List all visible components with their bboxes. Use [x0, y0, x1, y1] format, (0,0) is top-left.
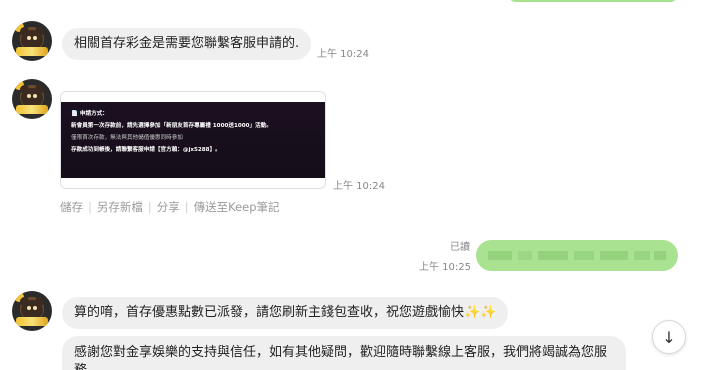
message-text: 感謝您對金享娛樂的支持與信任，如有其他疑問，歡迎隨時聯繫線上客服，我們將竭誠為您… — [74, 345, 608, 370]
blurred-text — [488, 251, 512, 260]
message-timestamp: 上午 10:25 — [419, 262, 471, 273]
outgoing-message-bubble-partial[interactable] — [508, 0, 678, 2]
incoming-message-bubble[interactable]: 算的唷，首存優惠點數已派發，請您刷新主錢包查收，祝您遊戲愉快✨✨ — [62, 297, 509, 329]
image-text-line: 新會員第一次存款前，請先選擇參加「新朋友首存專屬禮 1000送1000」活動。 — [71, 123, 272, 129]
save-as-button[interactable]: 另存新檔 — [97, 200, 143, 214]
chat-area[interactable]: 相關首存彩金是需要您聯繫客服申請的. 上午 10:24 📄 申請方式： 新會員第… — [0, 0, 702, 370]
avatar[interactable] — [12, 291, 52, 331]
image-message[interactable]: 📄 申請方式： 新會員第一次存款前，請先選擇參加「新朋友首存專屬禮 1000送1… — [60, 91, 326, 189]
message-timestamp: 上午 10:24 — [317, 49, 369, 60]
avatar[interactable] — [12, 21, 52, 61]
message-timestamp: 上午 10:24 — [333, 181, 385, 192]
scroll-to-bottom-button[interactable]: ↓ — [652, 320, 686, 354]
arrow-down-icon: ↓ — [662, 327, 676, 347]
share-button[interactable]: 分享 — [157, 200, 180, 214]
image-content: 📄 申請方式： 新會員第一次存款前，請先選擇參加「新朋友首存專屬禮 1000送1… — [61, 102, 325, 178]
incoming-message-bubble[interactable]: 相關首存彩金是需要您聯繫客服申請的. — [62, 28, 312, 60]
send-to-keep-button[interactable]: 傳送至Keep筆記 — [194, 200, 280, 214]
incoming-message-bubble[interactable]: 感謝您對金享娛樂的支持與信任，如有其他疑問，歡迎隨時聯繫線上客服，我們將竭誠為您… — [62, 336, 626, 370]
image-text-line: 存款成功到帳後，請聯繫客服申請【官方賴：@jx5288】。 — [71, 147, 221, 153]
message-text: 相關首存彩金是需要您聯繫客服申請的. — [74, 36, 300, 51]
save-button[interactable]: 儲存 — [60, 200, 83, 214]
image-actions: 儲存 | 另存新檔 | 分享 | 傳送至Keep筆記 — [60, 200, 280, 214]
avatar[interactable] — [12, 79, 52, 119]
message-text: 算的唷，首存優惠點數已派發，請您刷新主錢包查收，祝您遊戲愉快✨✨ — [74, 305, 497, 320]
image-text-line: 📄 申請方式： — [71, 111, 108, 117]
outgoing-message-bubble[interactable] — [476, 240, 678, 271]
image-text-line: 僅限首次存款，無法與其他儲值優惠同時參加 — [71, 135, 183, 141]
read-receipt: 已讀 — [450, 242, 470, 253]
